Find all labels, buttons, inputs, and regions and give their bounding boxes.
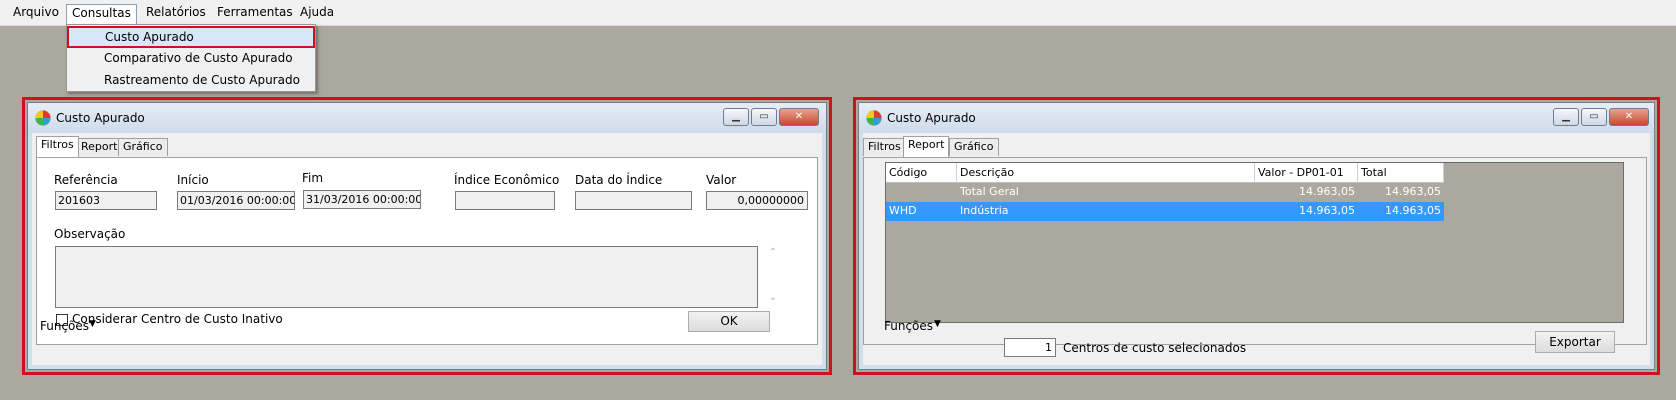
referencia-label: Referência	[54, 173, 118, 187]
report-panel: Código Descrição Valor - DP01-01 Total T…	[863, 157, 1647, 345]
maximize-button[interactable]: ▭	[751, 108, 777, 126]
tab-filtros[interactable]: Filtros	[863, 138, 906, 156]
cell-descricao: Total Geral	[960, 185, 1019, 198]
close-button[interactable]: ✕	[779, 108, 819, 126]
minimize-button[interactable]: ▁	[1553, 108, 1579, 126]
data-indice-field[interactable]	[575, 191, 692, 210]
centros-count-field[interactable]: 1	[1004, 338, 1056, 357]
menu-item-comparativo-custo-apurado[interactable]: Comparativo de Custo Apurado	[68, 49, 314, 69]
referencia-field[interactable]: 201603	[55, 191, 157, 210]
table-row[interactable]: WHD Indústria 14.963,05 14.963,05	[886, 202, 1444, 221]
column-header-descricao[interactable]: Descrição	[957, 163, 1255, 183]
tab-report[interactable]: Report	[76, 138, 123, 156]
funcoes-menu[interactable]: Funções	[40, 319, 89, 333]
consultas-dropdown: Custo Apurado Comparativo de Custo Apura…	[66, 24, 316, 92]
observacao-label: Observação	[54, 227, 126, 241]
minimize-button[interactable]: ▁	[723, 108, 749, 126]
grid-header: Código Descrição Valor - DP01-01 Total	[886, 163, 1444, 183]
scroll-up-icon[interactable]: ⌃	[765, 247, 781, 258]
cell-total: 14.963,05	[1385, 185, 1441, 198]
menu-relatorios[interactable]: Relatórios	[141, 4, 211, 22]
column-header-codigo[interactable]: Código	[886, 163, 957, 183]
app-icon	[35, 110, 51, 126]
cell-codigo	[886, 183, 957, 202]
ok-button[interactable]: OK	[688, 311, 770, 332]
observacao-textarea[interactable]	[55, 246, 758, 308]
tab-filtros[interactable]: Filtros	[36, 136, 79, 157]
cell-valor: 14.963,05	[1299, 185, 1355, 198]
funcoes-menu[interactable]: Funções	[884, 319, 933, 333]
title-bar: Custo Apurado ▁ ▭ ✕	[28, 103, 826, 133]
menu-arquivo[interactable]: Arquivo	[8, 4, 64, 22]
considerar-inativo-label: Considerar Centro de Custo Inativo	[72, 312, 283, 326]
fim-field[interactable]: 31/03/2016 00:00:00	[303, 190, 421, 209]
scroll-down-icon[interactable]: ⌄	[765, 292, 781, 303]
column-header-valor[interactable]: Valor - DP01-01	[1255, 163, 1358, 183]
menu-consultas[interactable]: Consultas	[66, 4, 137, 25]
custo-apurado-window-report: Custo Apurado ▁ ▭ ✕ Filtros Report Gráfi…	[858, 102, 1655, 370]
fim-label: Fim	[302, 171, 324, 185]
menu-bar: Arquivo Consultas Relatórios Ferramentas…	[0, 0, 1676, 26]
menu-item-custo-apurado[interactable]: Custo Apurado	[67, 26, 315, 48]
funcoes-dropdown-icon[interactable]: ▼	[934, 319, 941, 329]
cell-valor: 14.963,05	[1299, 204, 1355, 217]
centros-count-label: Centros de custo selecionados	[1063, 341, 1247, 355]
menu-item-rastreamento-custo-apurado[interactable]: Rastreamento de Custo Apurado	[68, 71, 314, 91]
valor-field[interactable]: 0,00000000	[706, 191, 808, 210]
column-header-total[interactable]: Total	[1358, 163, 1444, 183]
inicio-label: Início	[177, 173, 209, 187]
maximize-button[interactable]: ▭	[1581, 108, 1607, 126]
title-bar: Custo Apurado ▁ ▭ ✕	[859, 103, 1654, 133]
indice-economico-field[interactable]	[455, 191, 555, 210]
cell-codigo: WHD	[889, 204, 917, 217]
inicio-field[interactable]: 01/03/2016 00:00:00	[177, 191, 295, 210]
window-title: Custo Apurado	[887, 111, 976, 125]
report-grid: Código Descrição Valor - DP01-01 Total T…	[885, 162, 1624, 323]
funcoes-dropdown-icon[interactable]: ▼	[89, 319, 96, 329]
app-icon	[866, 110, 882, 126]
tab-grafico[interactable]: Gráfico	[118, 138, 168, 156]
window-title: Custo Apurado	[56, 111, 145, 125]
data-indice-label: Data do Índice	[575, 173, 663, 187]
indice-economico-label: Índice Econômico	[454, 173, 560, 187]
cell-total: 14.963,05	[1385, 204, 1441, 217]
custo-apurado-window-filtros: Custo Apurado ▁ ▭ ✕ Filtros Report Gráfi…	[27, 102, 827, 370]
exportar-button[interactable]: Exportar	[1535, 331, 1615, 353]
menu-ferramentas[interactable]: Ferramentas	[212, 4, 298, 22]
close-button[interactable]: ✕	[1609, 108, 1649, 126]
menu-ajuda[interactable]: Ajuda	[295, 4, 339, 22]
tab-grafico[interactable]: Gráfico	[949, 138, 999, 156]
valor-label: Valor	[706, 173, 737, 187]
cell-descricao: Indústria	[960, 204, 1009, 217]
tab-report[interactable]: Report	[903, 136, 950, 157]
table-row[interactable]: Total Geral 14.963,05 14.963,05	[886, 183, 1444, 202]
